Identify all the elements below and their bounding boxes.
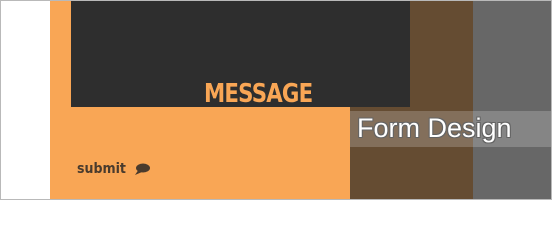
preview-frame: MESSAGE submit Form Design: [0, 0, 552, 200]
caption-title: Form Design: [357, 113, 512, 143]
speech-bubble-icon: [135, 163, 151, 175]
gray-panel: [473, 1, 551, 199]
submit-label: submit: [77, 161, 126, 177]
message-label: MESSAGE: [204, 79, 313, 109]
submit-button[interactable]: submit: [77, 161, 151, 177]
